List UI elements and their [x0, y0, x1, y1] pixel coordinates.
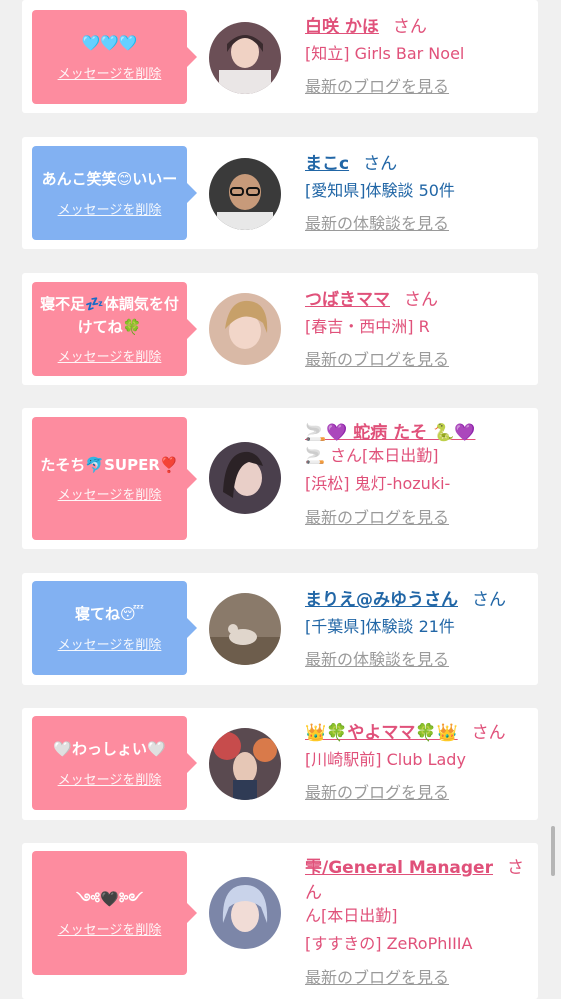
message-text: たそち🐬SUPER❣️ — [40, 455, 179, 474]
user-name-link[interactable]: 雫/General Manager — [305, 858, 493, 878]
status-line: ん[本日出勤] — [305, 906, 398, 925]
message-bubble: 🩵🩵🩵 メッセージを削除 — [32, 10, 197, 104]
user-info: 白咲 かほ さん [知立] Girls Bar Noel 最新のブログを見る — [305, 12, 530, 97]
message-card: 寝てね😴 メッセージを削除 まりえ@みゆうさん さん [千葉県]体験談 21件 最… — [22, 573, 538, 685]
message-bubble: 寝てね😴 メッセージを削除 — [32, 581, 197, 675]
message-card: 🤍わっしょい🤍 メッセージを削除 👑🍀やよママ🍀👑 さん [川崎駅前] Club … — [22, 708, 538, 820]
shop-info: [浜松] 鬼灯-hozuki- — [305, 474, 451, 494]
message-text: 🤍わっしょい🤍 — [53, 740, 166, 759]
honorific: さん — [392, 17, 427, 37]
user-name-link[interactable]: まこc — [305, 154, 349, 174]
delete-message-link[interactable]: メッセージを削除 — [58, 63, 162, 82]
latest-review-link[interactable]: 最新の体験談を見る — [305, 210, 449, 234]
message-card: あんこ笑笑😊いいー メッセージを削除 まこc さん [愛知県]体験談 50件 最新… — [22, 137, 538, 249]
message-text: あんこ笑笑😊いいー — [41, 170, 178, 189]
latest-post-link[interactable]: 最新のブログを見る — [305, 504, 449, 528]
message-bubble: たそち🐬SUPER❣️ メッセージを削除 — [32, 417, 197, 540]
user-name-link[interactable]: 🚬💜 蛇病 たそ 🐍💜 — [305, 423, 475, 443]
delete-message-link[interactable]: メッセージを削除 — [58, 199, 162, 218]
user-name-link[interactable]: まりえ@みゆうさん — [305, 590, 458, 610]
user-info: つばきママ さん [春吉・西中洲] R 最新のブログを見る — [305, 285, 530, 370]
reviewer-info: [愛知県]体験談 50件 — [305, 181, 455, 200]
delete-message-link[interactable]: メッセージを削除 — [58, 484, 162, 503]
latest-post-link[interactable]: 最新のブログを見る — [305, 346, 449, 370]
message-card: 寝不足💤体調気を付けてね🍀 メッセージを削除 つばきママ さん [春吉・西中洲] … — [22, 273, 538, 385]
latest-post-link[interactable]: 最新のブログを見る — [305, 964, 449, 988]
shop-info: [春吉・西中洲] R — [305, 317, 430, 336]
avatar[interactable] — [209, 158, 281, 230]
message-card: 🩵🩵🩵 メッセージを削除 白咲 かほ さん [知立] Girls Bar Noel… — [22, 0, 538, 113]
avatar[interactable] — [209, 593, 281, 665]
scrollbar[interactable] — [551, 826, 555, 876]
delete-message-link[interactable]: メッセージを削除 — [58, 634, 162, 653]
avatar[interactable] — [209, 22, 281, 94]
latest-post-link[interactable]: 最新のブログを見る — [305, 779, 449, 803]
delete-message-link[interactable]: メッセージを削除 — [58, 769, 162, 788]
user-name-link[interactable]: つばきママ — [305, 290, 390, 310]
message-card: たそち🐬SUPER❣️ メッセージを削除 🚬💜 蛇病 たそ 🐍💜 🚬 さん[本日… — [22, 408, 538, 549]
user-info: まりえ@みゆうさん さん [千葉県]体験談 21件 最新の体験談を見る — [305, 585, 530, 670]
shop-info: [川崎駅前] Club Lady — [305, 750, 466, 769]
honorific: さん — [471, 723, 506, 743]
honorific: さん — [363, 154, 398, 174]
user-name-link[interactable]: 白咲 かほ — [305, 17, 379, 37]
message-bubble: ༺🖤༻ メッセージを削除 — [32, 851, 197, 975]
user-info: 雫/General Manager さん ん[本日出勤] [すすきの] ZeRoP… — [305, 853, 530, 988]
message-text: 寝不足💤体調気を付けてね🍀 — [40, 295, 179, 336]
message-text: ༺🖤༻ — [76, 890, 143, 909]
user-info: まこc さん [愛知県]体験談 50件 最新の体験談を見る — [305, 149, 530, 234]
message-card: ༺🖤༻ メッセージを削除 雫/General Manager さん ん[本日出勤]… — [22, 843, 538, 999]
shop-info: [すすきの] ZeRoPhIIIA — [305, 934, 473, 954]
latest-post-link[interactable]: 最新のブログを見る — [305, 73, 449, 97]
delete-message-link[interactable]: メッセージを削除 — [58, 919, 162, 938]
avatar[interactable] — [209, 442, 281, 514]
message-text: 🩵🩵🩵 — [81, 34, 138, 53]
user-info: 🚬💜 蛇病 たそ 🐍💜 🚬 さん[本日出勤] [浜松] 鬼灯-hozuki- 最… — [305, 418, 530, 528]
message-bubble: 🤍わっしょい🤍 メッセージを削除 — [32, 716, 197, 810]
user-info: 👑🍀やよママ🍀👑 さん [川崎駅前] Club Lady 最新のブログを見る — [305, 718, 530, 803]
user-name-link[interactable]: 👑🍀やよママ🍀👑 — [305, 723, 458, 743]
avatar[interactable] — [209, 877, 281, 949]
honorific: さん — [472, 590, 506, 610]
message-bubble: あんこ笑笑😊いいー メッセージを削除 — [32, 146, 197, 240]
message-bubble: 寝不足💤体調気を付けてね🍀 メッセージを削除 — [32, 282, 197, 376]
status-line: 🚬 さん[本日出勤] — [305, 446, 439, 465]
delete-message-link[interactable]: メッセージを削除 — [58, 346, 162, 365]
reviewer-info: [千葉県]体験談 21件 — [305, 617, 455, 636]
avatar[interactable] — [209, 728, 281, 800]
avatar[interactable] — [209, 293, 281, 365]
latest-review-link[interactable]: 最新の体験談を見る — [305, 646, 449, 670]
shop-info: [知立] Girls Bar Noel — [305, 44, 465, 63]
message-text: 寝てね😴 — [74, 605, 145, 624]
honorific: さん — [404, 290, 438, 310]
